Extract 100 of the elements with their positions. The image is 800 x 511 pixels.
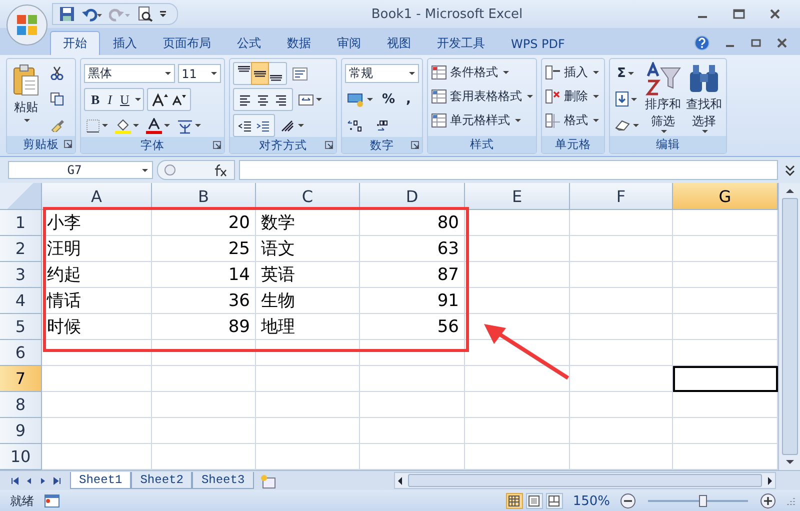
row-header[interactable]: 9 bbox=[0, 418, 42, 444]
scroll-thumb[interactable] bbox=[408, 474, 762, 487]
save-icon[interactable] bbox=[59, 6, 75, 22]
expand-handle-icon[interactable] bbox=[164, 164, 176, 176]
dialog-launcher-icon[interactable] bbox=[411, 141, 419, 149]
caret-icon[interactable] bbox=[702, 130, 708, 133]
caret-icon[interactable] bbox=[527, 95, 533, 98]
zoom-in-icon[interactable] bbox=[760, 493, 776, 509]
zoom-out-icon[interactable] bbox=[620, 493, 636, 509]
caret-icon[interactable] bbox=[593, 71, 599, 74]
cells-menu-button[interactable]: 插入 bbox=[545, 62, 601, 83]
cells-menu-button[interactable]: 格式 bbox=[545, 110, 601, 131]
sheet-tab[interactable]: Sheet1 bbox=[70, 472, 132, 489]
scroll-right-icon[interactable] bbox=[765, 474, 775, 486]
style-menu-button[interactable]: 套用表格格式 bbox=[431, 86, 533, 107]
ribbon-tab[interactable]: 页面布局 bbox=[150, 31, 224, 55]
caret-icon[interactable] bbox=[628, 72, 634, 74]
row-header[interactable]: 1 bbox=[0, 210, 42, 236]
caret-icon[interactable] bbox=[316, 98, 322, 101]
font-size-dropdown[interactable]: 11 bbox=[178, 64, 221, 83]
caret-icon[interactable] bbox=[661, 130, 667, 133]
active-cell[interactable] bbox=[673, 366, 778, 392]
name-box[interactable]: G7 bbox=[8, 161, 153, 179]
row-header[interactable]: 10 bbox=[0, 444, 42, 470]
ribbon-tab[interactable]: 视图 bbox=[374, 31, 424, 55]
vertical-scrollbar[interactable] bbox=[778, 183, 800, 470]
bold-button[interactable]: B bbox=[87, 89, 104, 110]
caret-icon[interactable] bbox=[102, 124, 108, 127]
caret-icon[interactable] bbox=[503, 71, 509, 74]
close-icon[interactable] bbox=[768, 8, 782, 20]
row-header[interactable]: 4 bbox=[0, 288, 42, 314]
row-header[interactable]: 7 bbox=[0, 366, 42, 392]
caret-icon[interactable] bbox=[593, 95, 599, 98]
column-header[interactable]: G bbox=[673, 183, 778, 210]
sheet-tab[interactable]: Sheet2 bbox=[131, 472, 192, 489]
paste-button[interactable]: 粘贴 bbox=[10, 62, 42, 136]
print-preview-icon[interactable] bbox=[137, 6, 153, 22]
caret-icon[interactable] bbox=[367, 98, 373, 101]
view-button[interactable] bbox=[506, 493, 523, 509]
ribbon-tab[interactable]: 插入 bbox=[100, 31, 150, 55]
cells-menu-button[interactable]: 删除 bbox=[545, 86, 601, 107]
ribbon-tab[interactable]: WPS PDF bbox=[498, 31, 578, 55]
macro-record-icon[interactable] bbox=[44, 494, 60, 508]
scroll-thumb[interactable] bbox=[782, 198, 798, 455]
sheet-tab[interactable]: Sheet3 bbox=[192, 472, 254, 489]
column-header[interactable]: E bbox=[465, 183, 570, 210]
number-format-dropdown[interactable]: 常规 bbox=[345, 64, 419, 83]
caret-icon[interactable] bbox=[633, 124, 639, 126]
ribbon-tab[interactable]: 审阅 bbox=[324, 31, 374, 55]
first-sheet-icon[interactable] bbox=[10, 476, 20, 486]
autosum-button[interactable]: Σ bbox=[613, 62, 641, 84]
insert-function-icon[interactable] bbox=[212, 163, 228, 177]
slider-thumb[interactable] bbox=[699, 495, 707, 507]
caret-icon[interactable] bbox=[24, 119, 30, 122]
comma-button[interactable]: , bbox=[402, 89, 415, 110]
row-header[interactable]: 3 bbox=[0, 262, 42, 288]
caret-icon[interactable] bbox=[135, 98, 142, 101]
help-icon[interactable] bbox=[694, 35, 710, 51]
row-header[interactable]: 8 bbox=[0, 392, 42, 418]
percent-button[interactable]: % bbox=[378, 89, 400, 110]
find-select-button[interactable]: 查找和选择 bbox=[685, 62, 723, 136]
dialog-launcher-icon[interactable] bbox=[64, 140, 72, 148]
ribbon-tab[interactable]: 开发工具 bbox=[424, 31, 498, 55]
caret-icon[interactable] bbox=[142, 168, 148, 172]
caret-icon[interactable] bbox=[593, 119, 599, 122]
caret-icon[interactable] bbox=[409, 72, 415, 75]
caret-icon[interactable] bbox=[211, 72, 217, 75]
formula-input[interactable] bbox=[239, 160, 778, 180]
sort-filter-button[interactable]: 排序和筛选 bbox=[644, 62, 682, 136]
underline-button[interactable]: U bbox=[116, 89, 134, 110]
font-color-button[interactable] bbox=[144, 115, 172, 136]
row-header[interactable]: 6 bbox=[0, 340, 42, 366]
italic-button[interactable]: I bbox=[104, 89, 116, 110]
caret-icon[interactable] bbox=[164, 72, 171, 75]
dialog-launcher-icon[interactable] bbox=[213, 141, 221, 149]
ribbon-tab[interactable]: 数据 bbox=[274, 31, 324, 55]
undo-icon[interactable] bbox=[81, 6, 103, 22]
maximize-icon[interactable] bbox=[732, 8, 746, 20]
caret-icon[interactable] bbox=[195, 124, 201, 127]
font-name-dropdown[interactable]: 黑体 bbox=[84, 64, 175, 83]
vertical-align-button[interactable] bbox=[252, 63, 268, 84]
style-menu-button[interactable]: 条件格式 bbox=[431, 62, 533, 83]
caret-icon[interactable] bbox=[133, 124, 139, 127]
expand-formula-bar-icon[interactable] bbox=[784, 163, 796, 177]
horizontal-scrollbar[interactable] bbox=[394, 472, 776, 489]
caret-icon[interactable] bbox=[298, 124, 304, 127]
row-header[interactable]: 2 bbox=[0, 236, 42, 262]
ribbon-tab[interactable]: 开始 bbox=[50, 31, 100, 55]
row-header[interactable]: 5 bbox=[0, 314, 42, 340]
caret-icon[interactable] bbox=[631, 98, 637, 100]
zoom-level[interactable]: 150% bbox=[572, 494, 610, 508]
caret-icon[interactable] bbox=[164, 124, 170, 127]
view-button[interactable] bbox=[526, 493, 543, 509]
caret-icon[interactable] bbox=[515, 119, 521, 122]
restore-icon[interactable] bbox=[750, 37, 762, 49]
style-menu-button[interactable]: 单元格样式 bbox=[431, 110, 533, 131]
last-sheet-icon[interactable] bbox=[52, 476, 62, 486]
close-icon[interactable] bbox=[776, 37, 788, 49]
customize-toolbar-icon[interactable] bbox=[159, 10, 167, 18]
dialog-launcher-icon[interactable] bbox=[325, 141, 333, 149]
